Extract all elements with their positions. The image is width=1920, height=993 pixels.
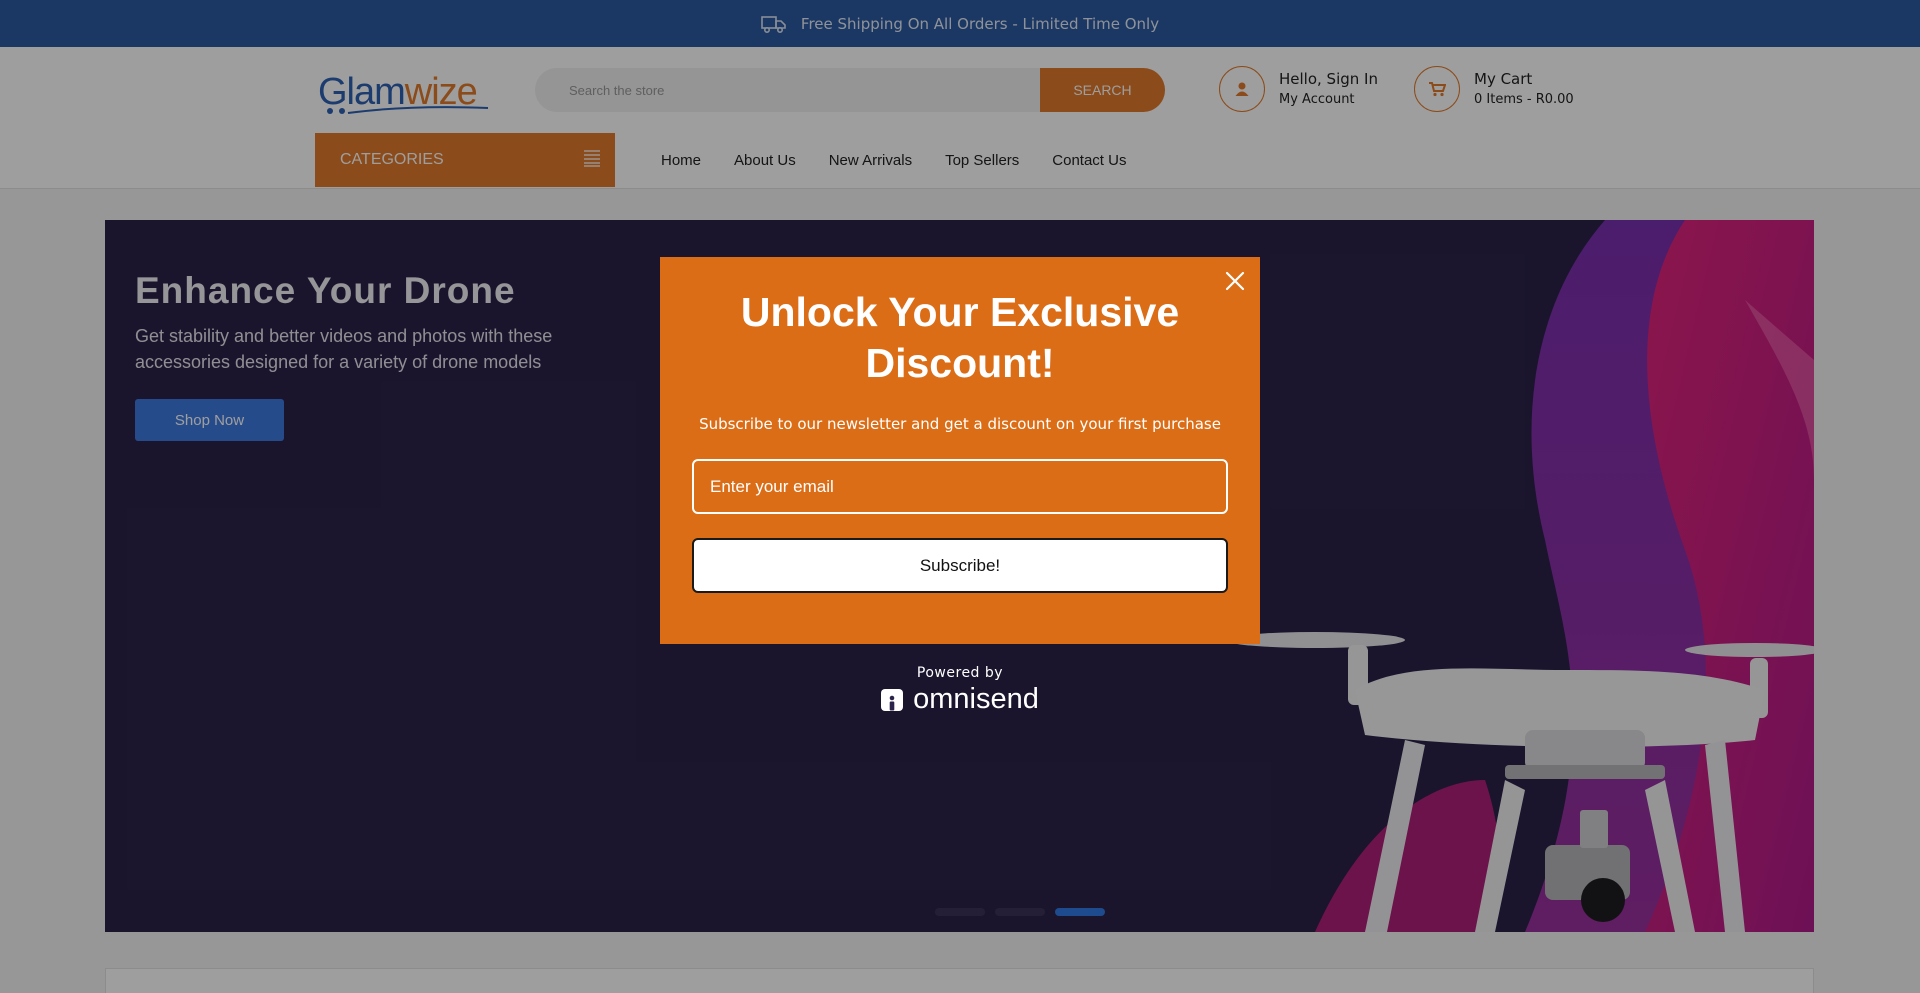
subscribe-button[interactable]: Subscribe!: [692, 538, 1228, 593]
popup-title: Unlock Your Exclusive Discount!: [740, 289, 1180, 386]
omnisend-brand: omnisend: [913, 683, 1039, 715]
email-field[interactable]: [692, 459, 1228, 514]
newsletter-popup: Unlock Your Exclusive Discount! Subscrib…: [660, 257, 1260, 644]
powered-by-badge[interactable]: Powered by omnisend: [860, 665, 1060, 716]
omnisend-logo-icon: [881, 688, 904, 711]
powered-by-text: Powered by: [916, 665, 1004, 681]
popup-subtitle: Subscribe to our newsletter and get a di…: [699, 415, 1221, 433]
